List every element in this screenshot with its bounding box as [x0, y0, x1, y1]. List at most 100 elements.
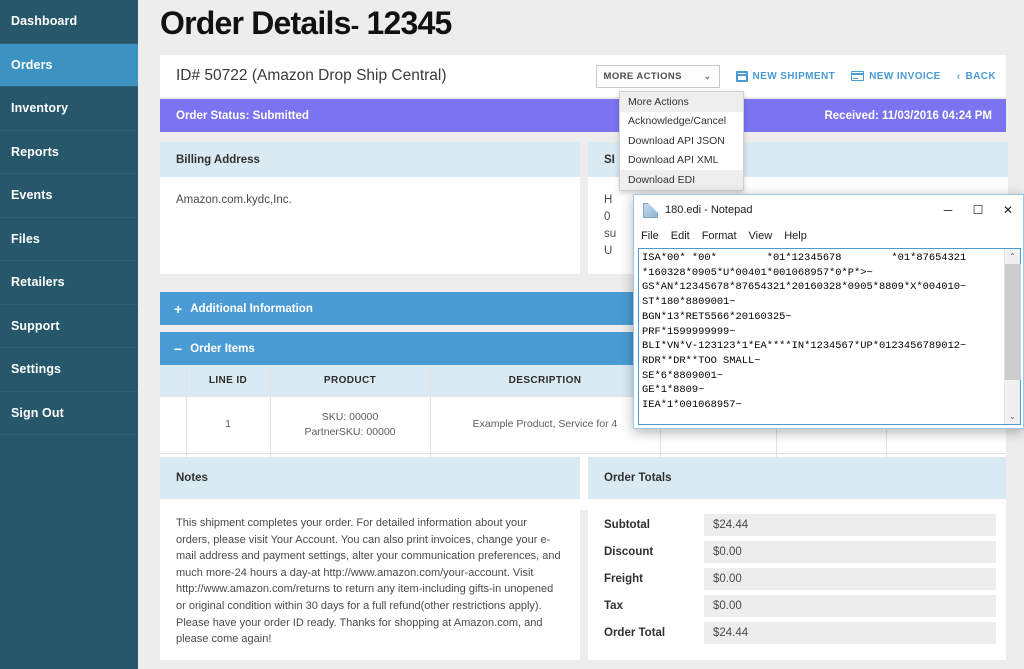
sidebar-item-dashboard[interactable]: Dashboard [0, 0, 138, 44]
more-actions-button[interactable]: MORE ACTIONS ⌄ [595, 64, 720, 88]
cell-product-partner-sku: PartnerSKU: 00000 [304, 425, 396, 438]
order-status-text: Order Status: Submitted [176, 109, 309, 122]
col-description: DESCRIPTION [430, 365, 661, 396]
order-received-text: Received: 11/03/2016 04:24 PM [824, 109, 992, 122]
sidebar-item-label: Sign Out [11, 405, 64, 420]
page-title-number: 12345 [366, 5, 453, 41]
order-totals-header: Order Totals [588, 457, 1006, 499]
menu-view[interactable]: View [749, 230, 773, 242]
minus-icon: − [174, 340, 183, 357]
totals-value: $24.44 [704, 621, 996, 644]
cell-blank [160, 395, 187, 453]
notepad-text-area[interactable]: ISA*00* *00* *01*12345678 *01*87654321 *… [639, 249, 1004, 424]
scrollbar-thumb[interactable] [1004, 264, 1021, 380]
notepad-window-controls: ─ ☐ ✕ [933, 195, 1023, 225]
shipment-box-icon [735, 70, 748, 82]
order-id-label: ID# 50722 (Amazon Drop Ship Central) [176, 67, 447, 84]
notepad-title-text: 180.edi - Notepad [665, 204, 753, 216]
billing-address-header: Billing Address [160, 142, 580, 177]
close-icon[interactable]: ✕ [993, 195, 1023, 225]
menu-file[interactable]: File [641, 230, 659, 242]
sidebar-item-label: Retailers [11, 275, 65, 290]
totals-value: $0.00 [704, 540, 996, 563]
totals-row-order-total: Order Total $24.44 [604, 619, 996, 646]
menu-item-more-actions[interactable]: More Actions [620, 92, 743, 112]
menu-format[interactable]: Format [702, 230, 737, 242]
page-title-separator: - [350, 10, 360, 40]
menu-help[interactable]: Help [784, 230, 807, 242]
cell-line-id: 1 [186, 395, 271, 453]
order-status-bar: Order Status: Submitted Received: 11/03/… [160, 99, 1006, 132]
totals-label: Tax [604, 599, 623, 612]
scroll-down-icon[interactable]: ⌄ [1005, 409, 1021, 424]
new-shipment-button[interactable]: NEW SHIPMENT [735, 70, 836, 82]
page-title-text: Order Details [160, 5, 351, 41]
sidebar-item-label: Dashboard [11, 14, 78, 29]
sidebar: Dashboard Orders Inventory Reports Event… [0, 0, 138, 669]
sidebar-item-retailers[interactable]: Retailers [0, 261, 138, 305]
menu-item-acknowledge-cancel[interactable]: Acknowledge/Cancel [620, 112, 743, 132]
notepad-scrollbar[interactable]: ⌃ ⌄ [1004, 249, 1021, 424]
chevron-down-icon: ⌄ [703, 70, 712, 81]
sidebar-item-reports[interactable]: Reports [0, 131, 138, 174]
totals-value: $0.00 [704, 594, 996, 617]
sidebar-item-events[interactable]: Events [0, 174, 138, 218]
totals-row-subtotal: Subtotal $24.44 [604, 511, 996, 538]
sidebar-item-label: Settings [11, 362, 62, 377]
sidebar-item-sign-out[interactable]: Sign Out [0, 392, 138, 435]
order-totals-panel: Order Totals Subtotal $24.44 Discount $0… [588, 457, 1006, 660]
sidebar-item-files[interactable]: Files [0, 218, 138, 261]
notepad-titlebar[interactable]: 180.edi - Notepad ─ ☐ ✕ [634, 195, 1023, 225]
menu-item-download-api-json[interactable]: Download API JSON [620, 131, 743, 151]
order-header-bar: ID# 50722 (Amazon Drop Ship Central) MOR… [160, 55, 1006, 97]
totals-row-discount: Discount $0.00 [604, 538, 996, 565]
new-invoice-label: NEW INVOICE [869, 70, 941, 82]
totals-label: Discount [604, 545, 654, 558]
notepad-text-area-wrapper: ISA*00* *00* *01*12345678 *01*87654321 *… [638, 248, 1021, 425]
sidebar-item-label: Files [11, 231, 40, 246]
notes-panel: Notes This shipment completes your order… [160, 457, 580, 660]
menu-item-download-api-xml[interactable]: Download API XML [620, 151, 743, 171]
back-label: BACK [965, 70, 996, 82]
invoice-card-icon [851, 71, 865, 81]
col-line-id: LINE ID [186, 365, 271, 396]
sidebar-item-label: Inventory [11, 101, 69, 116]
sidebar-item-support[interactable]: Support [0, 305, 138, 348]
menu-item-download-edi[interactable]: Download EDI [620, 170, 743, 190]
minimize-icon[interactable]: ─ [933, 195, 963, 225]
totals-label: Freight [604, 572, 643, 585]
col-blank [160, 365, 187, 396]
totals-row-tax: Tax $0.00 [604, 592, 996, 619]
sidebar-item-orders[interactable]: Orders [0, 43, 138, 87]
menu-edit[interactable]: Edit [671, 230, 690, 242]
app-root: Dashboard Orders Inventory Reports Event… [0, 0, 1024, 669]
new-invoice-button[interactable]: NEW INVOICE [851, 71, 941, 82]
totals-value: $24.44 [704, 513, 996, 536]
plus-icon: + [174, 300, 183, 317]
back-button[interactable]: ‹ BACK [957, 71, 996, 82]
chevron-left-icon: ‹ [956, 70, 961, 82]
additional-information-label: Additional Information [190, 302, 313, 315]
more-actions-dropdown-menu[interactable]: More Actions Acknowledge/Cancel Download… [619, 91, 744, 191]
scroll-up-icon[interactable]: ⌃ [1005, 249, 1021, 264]
totals-label: Order Total [604, 626, 666, 639]
notepad-document-icon [643, 202, 658, 218]
cell-description: Example Product, Service for 4 [430, 395, 661, 453]
more-actions-label: MORE ACTIONS [603, 70, 682, 82]
cell-product-sku: SKU: 00000 [321, 410, 379, 423]
sidebar-item-label: Events [11, 188, 53, 203]
sidebar-item-label: Orders [11, 57, 53, 72]
scrollbar-track[interactable] [1005, 380, 1021, 409]
billing-address-body: Amazon.com.kydc,Inc. [176, 194, 292, 206]
sidebar-item-settings[interactable]: Settings [0, 348, 138, 392]
sidebar-item-inventory[interactable]: Inventory [0, 87, 138, 131]
totals-label: Subtotal [604, 518, 650, 531]
notes-body: This shipment completes your order. For … [176, 517, 561, 646]
maximize-icon[interactable]: ☐ [963, 195, 993, 225]
sidebar-item-label: Reports [11, 144, 59, 159]
order-totals-body: Subtotal $24.44 Discount $0.00 Freight $… [588, 499, 1006, 646]
notepad-window[interactable]: 180.edi - Notepad ─ ☐ ✕ File Edit Format… [633, 194, 1024, 429]
col-product: PRODUCT [270, 365, 431, 396]
totals-row-freight: Freight $0.00 [604, 565, 996, 592]
order-items-label: Order Items [190, 342, 255, 355]
